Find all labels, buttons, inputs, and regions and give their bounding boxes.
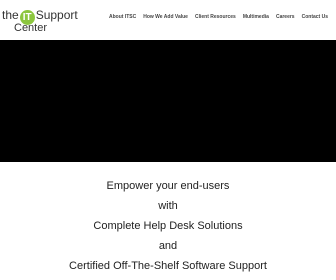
nav-multimedia[interactable]: Multimedia	[243, 13, 269, 21]
logo-word-center: Center	[14, 22, 48, 34]
site-logo[interactable]: the IT Support Center	[2, 3, 78, 37]
site-header: the IT Support Center About ITSC How We Ad…	[0, 0, 336, 40]
hero-banner	[0, 40, 336, 162]
logo-prefix: the	[2, 8, 19, 22]
tagline-line-5: Certified Off-The-Shelf Software Support	[69, 260, 267, 272]
tagline-line-3: Complete Help Desk Solutions	[93, 220, 243, 232]
nav-about-itsc[interactable]: About ITSC	[109, 13, 136, 21]
nav-client-resources[interactable]: Client Resources	[195, 13, 236, 21]
tagline: Empower your end-users with Complete Hel…	[0, 176, 336, 276]
nav-contact-us[interactable]: Contact Us	[302, 13, 328, 21]
main-nav: About ITSC How We Add Value Client Resou…	[109, 13, 328, 21]
nav-how-we-add-value[interactable]: How We Add Value	[143, 13, 188, 21]
logo-word-support: Support	[35, 8, 78, 22]
tagline-line-1: Empower your end-users	[106, 180, 230, 192]
tagline-line-4: and	[158, 240, 178, 252]
nav-careers[interactable]: Careers	[276, 13, 295, 21]
logo-line-1: the IT Support	[2, 7, 78, 25]
tagline-line-2: with	[158, 200, 178, 212]
